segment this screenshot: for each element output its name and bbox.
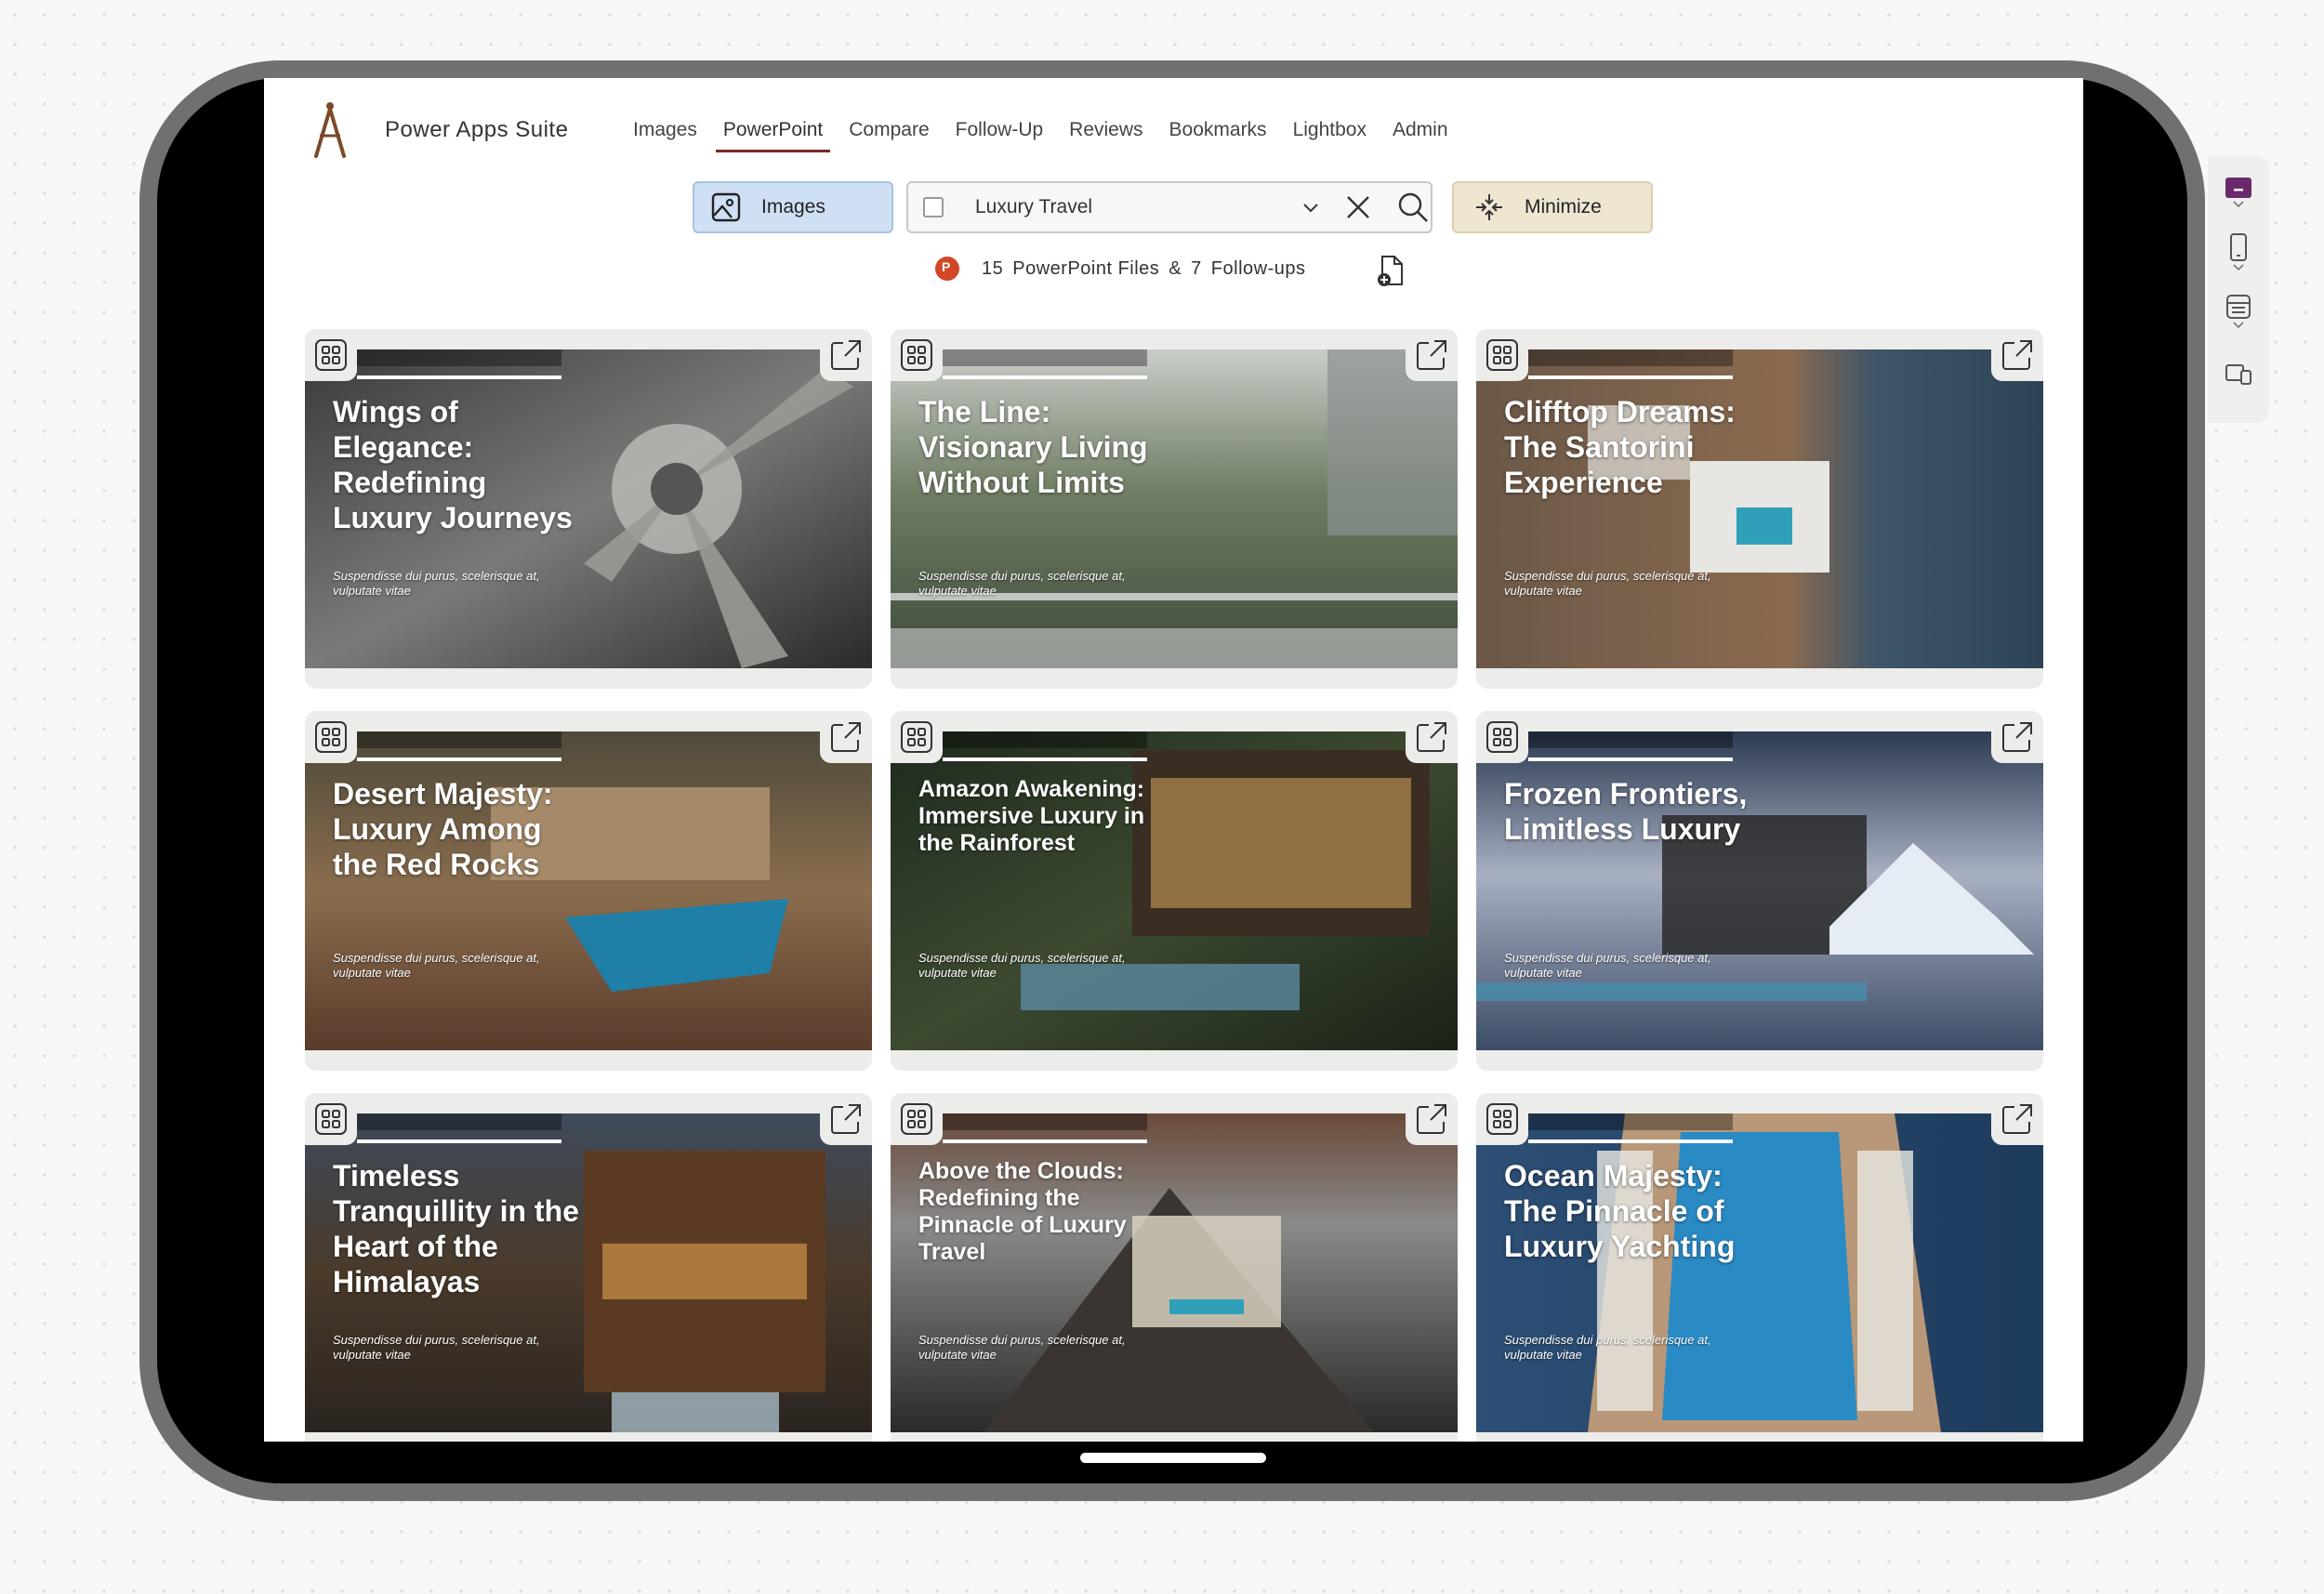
nav-powerpoint[interactable]: PowerPoint <box>710 112 836 152</box>
grid-view-icon[interactable] <box>1476 329 1528 381</box>
open-external-icon[interactable] <box>1406 329 1458 381</box>
grid-view-icon[interactable] <box>1476 1093 1528 1145</box>
nav-admin[interactable]: Admin <box>1380 112 1461 149</box>
grid-view-icon[interactable] <box>305 711 357 763</box>
app-screen: Power Apps Suite Images PowerPoint Compa… <box>264 78 2083 1442</box>
open-external-icon[interactable] <box>1406 711 1458 763</box>
grid-view-icon[interactable] <box>305 329 357 381</box>
app-title: Power Apps Suite <box>385 117 569 142</box>
slide-subtitle: Suspendisse dui purus, scelerisque at, v… <box>1504 951 1711 980</box>
chevron-down-icon <box>2233 264 2244 271</box>
open-external-icon[interactable] <box>1991 711 2043 763</box>
slide-subtitle: Suspendisse dui purus, scelerisque at, v… <box>1504 569 1711 598</box>
slide-subtitle: Suspendisse dui purus, scelerisque at, v… <box>918 569 1126 598</box>
slide-subtitle: Suspendisse dui purus, scelerisque at, v… <box>918 951 1126 980</box>
nav-compare[interactable]: Compare <box>836 112 942 149</box>
nav-bookmarks[interactable]: Bookmarks <box>1156 112 1280 149</box>
slide-title: Timeless Tranquillity in the Heart of th… <box>333 1159 579 1298</box>
grid-view-icon[interactable] <box>305 1093 357 1145</box>
open-external-icon[interactable] <box>820 711 872 763</box>
add-file-icon[interactable] <box>1375 255 1406 288</box>
minimize-button[interactable]: Minimize <box>1452 181 1653 233</box>
mobile-view-toggle[interactable] <box>2224 232 2253 273</box>
device-side-panel <box>2208 156 2269 423</box>
slide-title: Ocean Majesty: The Pinnacle of Luxury Ya… <box>1504 1159 1736 1263</box>
grid-view-icon[interactable] <box>891 329 943 381</box>
compass-logo-icon <box>314 102 346 158</box>
nav-reviews[interactable]: Reviews <box>1056 112 1155 149</box>
slide-title: The Line: Visionary Living Without Limit… <box>918 395 1148 499</box>
chevron-down-icon <box>2233 201 2244 208</box>
minimize-button-label: Minimize <box>1525 196 1602 217</box>
slide-subtitle: Suspendisse dui purus, scelerisque at, v… <box>333 951 540 980</box>
search-box: Luxury Travel <box>906 181 1433 233</box>
slide-card[interactable]: Above the Clouds: Redefining the Pinnacl… <box>891 1093 1458 1442</box>
slide-title: Desert Majesty: Luxury Among the Red Roc… <box>333 777 553 881</box>
search-icon[interactable] <box>1396 191 1430 224</box>
slide-title: Clifftop Dreams: The Santorini Experienc… <box>1504 395 1736 499</box>
slide-card[interactable]: The Line: Visionary Living Without Limit… <box>891 329 1458 689</box>
slide-title: Amazon Awakening: Immersive Luxury in th… <box>918 776 1145 856</box>
ppt-label: PowerPoint Files <box>1012 257 1160 279</box>
desktop-view-toggle[interactable] <box>2224 177 2253 210</box>
followup-count: 7 <box>1191 257 1202 279</box>
nav-lightbox[interactable]: Lightbox <box>1280 112 1380 149</box>
devices-icon <box>2225 364 2251 385</box>
open-external-icon[interactable] <box>820 1093 872 1145</box>
amp: & <box>1169 257 1182 279</box>
search-checkbox[interactable] <box>923 197 944 217</box>
slide-card[interactable]: Ocean Majesty: The Pinnacle of Luxury Ya… <box>1476 1093 2043 1442</box>
top-nav: Images PowerPoint Compare Follow-Up Revi… <box>620 112 1461 152</box>
slide-subtitle: Suspendisse dui purus, scelerisque at, v… <box>918 1333 1126 1362</box>
search-input[interactable]: Luxury Travel <box>975 196 1092 218</box>
minimize-window-icon <box>2225 178 2251 198</box>
ppt-count: 15 <box>982 257 1004 279</box>
slide-title: Above the Clouds: Redefining the Pinnacl… <box>918 1158 1127 1265</box>
slide-title: Frozen Frontiers, Limitless Luxury <box>1504 777 1748 846</box>
open-external-icon[interactable] <box>1991 1093 2043 1145</box>
layout-icon <box>2226 295 2251 319</box>
images-button-label: Images <box>761 196 825 217</box>
close-icon[interactable] <box>1343 192 1373 222</box>
slide-subtitle: Suspendisse dui purus, scelerisque at, v… <box>333 569 540 598</box>
grid-view-icon[interactable] <box>891 711 943 763</box>
followup-label: Follow-ups <box>1210 257 1306 279</box>
slide-card[interactable]: Frozen Frontiers, Limitless Luxury Suspe… <box>1476 711 2043 1071</box>
file-summary: P 15 PowerPoint Files & 7 Follow-ups <box>935 257 1305 281</box>
device-switch-button[interactable] <box>2224 362 2253 387</box>
home-indicator <box>1080 1453 1266 1463</box>
slide-card[interactable]: Wings of Elegance: Redefining Luxury Jou… <box>305 329 872 689</box>
grid-view-icon[interactable] <box>1476 711 1528 763</box>
chevron-down-icon <box>2233 322 2244 329</box>
slide-card[interactable]: Timeless Tranquillity in the Heart of th… <box>305 1093 872 1442</box>
slide-subtitle: Suspendisse dui purus, scelerisque at, v… <box>1504 1333 1711 1362</box>
slide-title: Wings of Elegance: Redefining Luxury Jou… <box>333 395 573 534</box>
layout-view-toggle[interactable] <box>2224 294 2253 331</box>
image-icon <box>711 192 741 222</box>
phone-icon <box>2230 233 2247 261</box>
slide-card[interactable]: Clifftop Dreams: The Santorini Experienc… <box>1476 329 2043 689</box>
slide-card[interactable]: Desert Majesty: Luxury Among the Red Roc… <box>305 711 872 1071</box>
slide-subtitle: Suspendisse dui purus, scelerisque at, v… <box>333 1333 540 1362</box>
powerpoint-icon: P <box>935 257 959 281</box>
open-external-icon[interactable] <box>1406 1093 1458 1145</box>
slide-card[interactable]: Amazon Awakening: Immersive Luxury in th… <box>891 711 1458 1071</box>
images-button[interactable]: Images <box>693 181 893 233</box>
open-external-icon[interactable] <box>820 329 872 381</box>
chevron-down-icon[interactable] <box>1300 196 1322 218</box>
nav-follow-up[interactable]: Follow-Up <box>943 112 1057 149</box>
collapse-arrows-icon <box>1476 194 1502 220</box>
nav-images[interactable]: Images <box>620 112 710 149</box>
grid-view-icon[interactable] <box>891 1093 943 1145</box>
open-external-icon[interactable] <box>1991 329 2043 381</box>
